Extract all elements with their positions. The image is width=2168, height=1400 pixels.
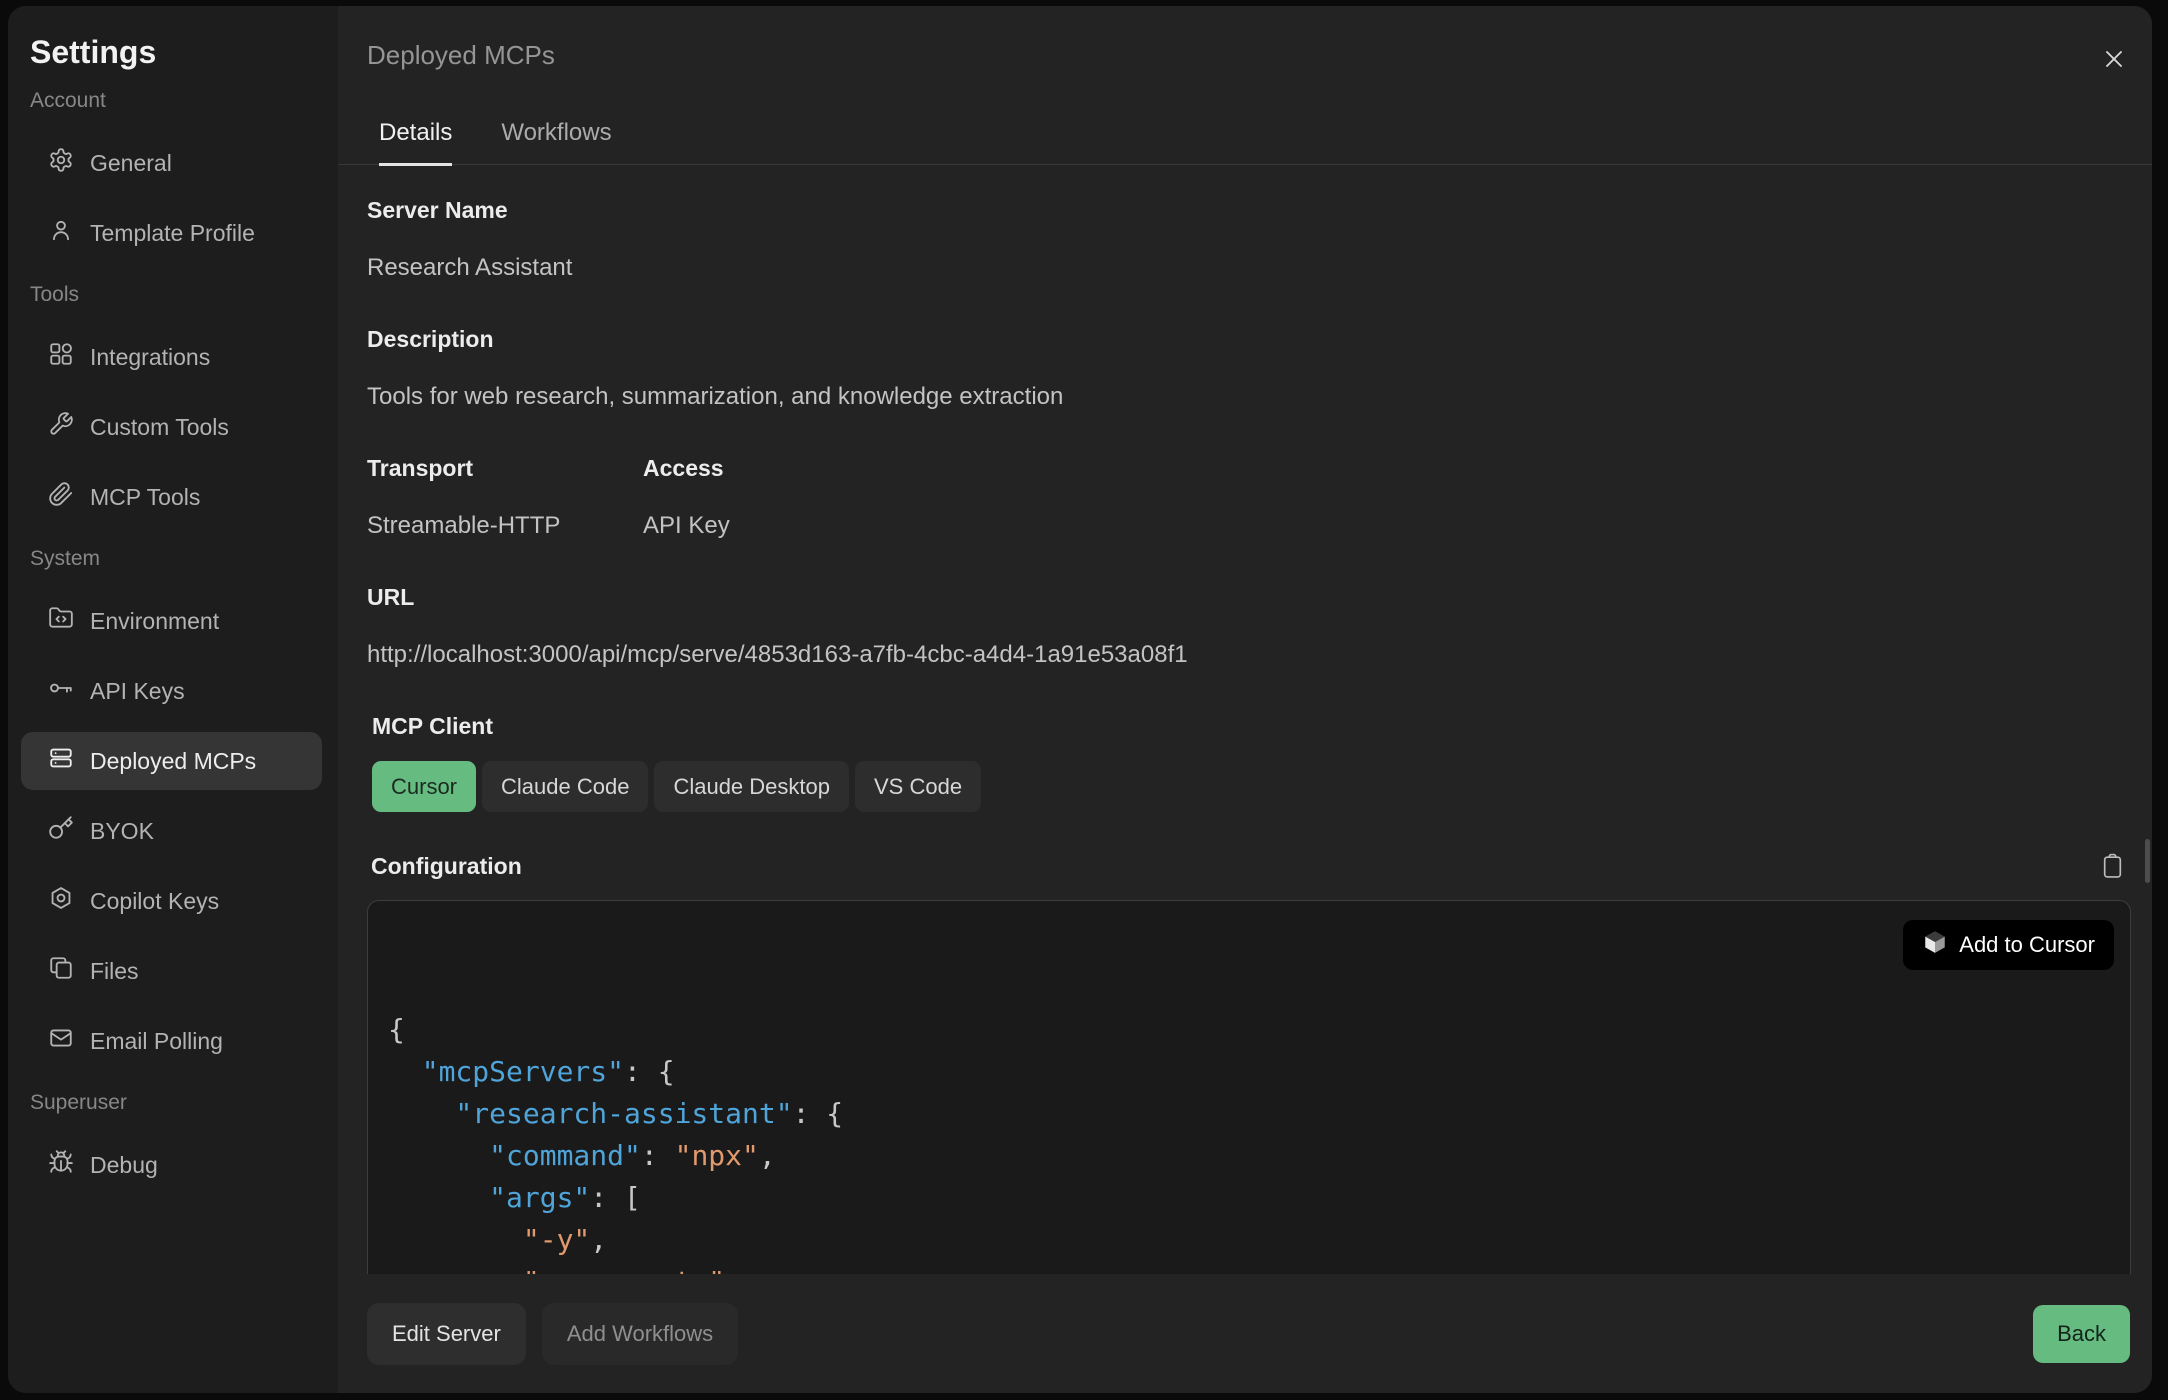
sidebar-section-system: System Environment API Keys Deployed MCP…	[21, 547, 322, 1070]
mail-icon	[48, 1025, 74, 1057]
client-option-vs-code[interactable]: VS Code	[855, 761, 981, 812]
add-to-cursor-label: Add to Cursor	[1959, 932, 2095, 958]
description-field: Description Tools for web research, summ…	[367, 326, 2131, 410]
close-button[interactable]	[2098, 43, 2130, 75]
sidebar-section-tools: Tools Integrations Custom Tools MCP Tool…	[21, 283, 322, 526]
section-label-system: System	[30, 547, 322, 571]
tab-workflows[interactable]: Workflows	[501, 119, 611, 166]
sidebar-item-byok[interactable]: BYOK	[21, 802, 322, 860]
user-icon	[48, 217, 74, 249]
sidebar-item-label: BYOK	[90, 818, 154, 845]
sidebar-item-integrations[interactable]: Integrations	[21, 328, 322, 386]
sidebar-item-general[interactable]: General	[21, 134, 322, 192]
sidebar-item-label: Environment	[90, 608, 219, 635]
folder-code-icon	[48, 605, 74, 637]
sidebar-item-template-profile[interactable]: Template Profile	[21, 204, 322, 262]
sidebar-item-label: Debug	[90, 1152, 158, 1179]
sidebar-item-label: General	[90, 150, 172, 177]
sidebar-item-label: Custom Tools	[90, 414, 229, 441]
sidebar-item-label: MCP Tools	[90, 484, 200, 511]
settings-modal: Settings Account General Template Profil…	[8, 6, 2152, 1393]
hexagon-nut-icon	[48, 885, 74, 917]
sidebar-item-label: Files	[90, 958, 139, 985]
sidebar-item-label: Copilot Keys	[90, 888, 219, 915]
back-button[interactable]: Back	[2033, 1305, 2130, 1363]
transport-field: Transport Streamable-HTTP	[367, 455, 643, 539]
url-field: URL http://localhost:3000/api/mcp/serve/…	[367, 584, 2131, 668]
sidebar-section-superuser: Superuser Debug	[21, 1091, 322, 1194]
wrench-icon	[48, 411, 74, 443]
sidebar-item-copilot-keys[interactable]: Copilot Keys	[21, 872, 322, 930]
sidebar-item-api-keys[interactable]: API Keys	[21, 662, 322, 720]
sidebar-item-mcp-tools[interactable]: MCP Tools	[21, 468, 322, 526]
mcp-client-options: Cursor Claude Code Claude Desktop VS Cod…	[372, 761, 2131, 812]
scrollbar-thumb[interactable]	[2145, 839, 2150, 883]
section-label-superuser: Superuser	[30, 1091, 322, 1115]
access-value: API Key	[643, 512, 730, 539]
access-label: Access	[643, 455, 730, 481]
edit-server-button[interactable]: Edit Server	[367, 1303, 526, 1365]
sidebar-item-label: Deployed MCPs	[90, 748, 256, 775]
clipboard-icon	[2100, 852, 2125, 880]
mcp-client-section: MCP Client Cursor Claude Code Claude Des…	[372, 713, 2131, 812]
access-field: Access API Key	[643, 455, 730, 539]
server-name-label: Server Name	[367, 197, 2131, 223]
section-label-tools: Tools	[30, 283, 322, 307]
paperclip-icon	[48, 481, 74, 513]
transport-value: Streamable-HTTP	[367, 512, 643, 539]
sidebar-item-files[interactable]: Files	[21, 942, 322, 1000]
tabs: Details Workflows	[338, 119, 2152, 165]
client-option-claude-desktop[interactable]: Claude Desktop	[654, 761, 849, 812]
section-label-account: Account	[30, 89, 322, 113]
tab-details[interactable]: Details	[379, 119, 452, 166]
server-icon	[48, 745, 74, 777]
sidebar-item-email-polling[interactable]: Email Polling	[21, 1012, 322, 1070]
sidebar-item-deployed-mcps[interactable]: Deployed MCPs	[21, 732, 322, 790]
sidebar-item-custom-tools[interactable]: Custom Tools	[21, 398, 322, 456]
description-label: Description	[367, 326, 2131, 352]
settings-title: Settings	[30, 36, 322, 68]
bug-icon	[48, 1149, 74, 1181]
sidebar-item-debug[interactable]: Debug	[21, 1136, 322, 1194]
sidebar-item-label: Template Profile	[90, 220, 255, 247]
key-diagonal-icon	[48, 815, 74, 847]
mcp-client-label: MCP Client	[372, 713, 2131, 739]
client-option-cursor[interactable]: Cursor	[372, 761, 476, 812]
add-workflows-button[interactable]: Add Workflows	[542, 1303, 738, 1365]
config-code: { "mcpServers": { "research-assistant": …	[388, 1009, 2110, 1279]
key-icon	[48, 675, 74, 707]
panel-footer: Edit Server Add Workflows Back	[338, 1274, 2152, 1393]
panel-title: Deployed MCPs	[367, 41, 555, 69]
server-name-field: Server Name Research Assistant	[367, 197, 2131, 281]
configuration-label: Configuration	[371, 853, 522, 880]
panel-header: Deployed MCPs	[338, 6, 2152, 75]
url-value: http://localhost:3000/api/mcp/serve/4853…	[367, 641, 2131, 668]
sidebar-item-label: Email Polling	[90, 1028, 223, 1055]
sidebar-item-environment[interactable]: Environment	[21, 592, 322, 650]
sidebar-item-label: Integrations	[90, 344, 210, 371]
url-label: URL	[367, 584, 2131, 610]
server-name-value: Research Assistant	[367, 254, 2131, 281]
deployed-mcps-panel: Deployed MCPs Details Workflows Server N…	[338, 6, 2152, 1393]
description-value: Tools for web research, summarization, a…	[367, 383, 2131, 410]
files-icon	[48, 955, 74, 987]
gear-icon	[48, 147, 74, 179]
copy-config-button[interactable]	[2094, 852, 2131, 880]
cursor-cube-icon	[1922, 929, 1948, 961]
add-to-cursor-button[interactable]: Add to Cursor	[1903, 920, 2114, 970]
settings-sidebar: Settings Account General Template Profil…	[8, 6, 338, 1393]
configuration-header: Configuration	[367, 852, 2131, 880]
close-icon	[2100, 45, 2128, 73]
sidebar-section-account: Account General Template Profile	[21, 89, 322, 262]
grid-icon	[48, 341, 74, 373]
client-option-claude-code[interactable]: Claude Code	[482, 761, 648, 812]
transport-access-row: Transport Streamable-HTTP Access API Key	[367, 455, 2131, 539]
sidebar-item-label: API Keys	[90, 678, 185, 705]
configuration-code-block: { "mcpServers": { "research-assistant": …	[367, 900, 2131, 1279]
panel-body: Server Name Research Assistant Descripti…	[338, 165, 2152, 1279]
transport-label: Transport	[367, 455, 643, 481]
